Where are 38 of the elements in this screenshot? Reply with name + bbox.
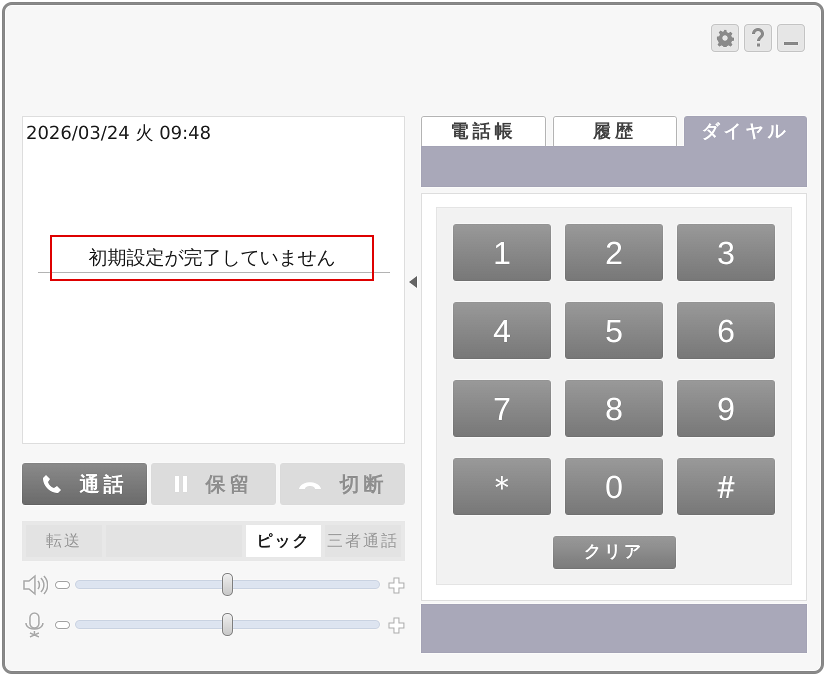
dial-key[interactable]: 4	[453, 302, 551, 359]
date-time: 2026/03/24 火 09:48	[26, 122, 212, 146]
dial-key[interactable]: 5	[565, 302, 663, 359]
pause-icon	[174, 476, 188, 492]
tab[interactable]: ダイヤル	[684, 116, 808, 146]
dial-key[interactable]: 2	[565, 224, 663, 281]
volume-slider[interactable]	[74, 573, 380, 597]
plus-icon[interactable]	[388, 576, 406, 594]
slider-thumb[interactable]	[222, 613, 234, 636]
minimize-button[interactable]	[777, 24, 805, 52]
dial-key[interactable]: 7	[453, 380, 551, 437]
phone-icon	[42, 474, 62, 494]
call-button[interactable]: 通話	[22, 463, 147, 505]
minus-icon[interactable]	[54, 581, 70, 589]
help-button[interactable]	[744, 24, 772, 52]
dial-key[interactable]: ＊	[453, 458, 551, 515]
option-tab[interactable]: ピック	[246, 525, 322, 557]
dial-key[interactable]: 1	[453, 224, 551, 281]
speaker-icon	[22, 574, 48, 596]
minimize-icon	[784, 42, 798, 45]
tab[interactable]: 履歴	[552, 116, 678, 146]
minus-icon[interactable]	[54, 621, 70, 629]
slider-thumb[interactable]	[222, 573, 234, 596]
volume-slider[interactable]	[74, 613, 380, 637]
help-icon	[751, 28, 765, 48]
collapse-arrow-icon[interactable]	[409, 276, 417, 288]
status-message: 初期設定が完了していません	[88, 246, 336, 271]
dial-key[interactable]: 9	[677, 380, 775, 437]
gear-icon	[716, 29, 734, 47]
dial-key[interactable]: 3	[677, 224, 775, 281]
clear-button[interactable]: クリア	[552, 536, 676, 569]
dial-key[interactable]: 6	[677, 302, 775, 359]
dial-key[interactable]: 0	[565, 458, 663, 515]
settings-button[interactable]	[711, 24, 739, 52]
dial-key[interactable]: 8	[565, 380, 663, 437]
dial-key[interactable]: ＃	[677, 458, 775, 515]
tab[interactable]: 電話帳	[421, 116, 546, 146]
plus-icon[interactable]	[388, 616, 406, 634]
